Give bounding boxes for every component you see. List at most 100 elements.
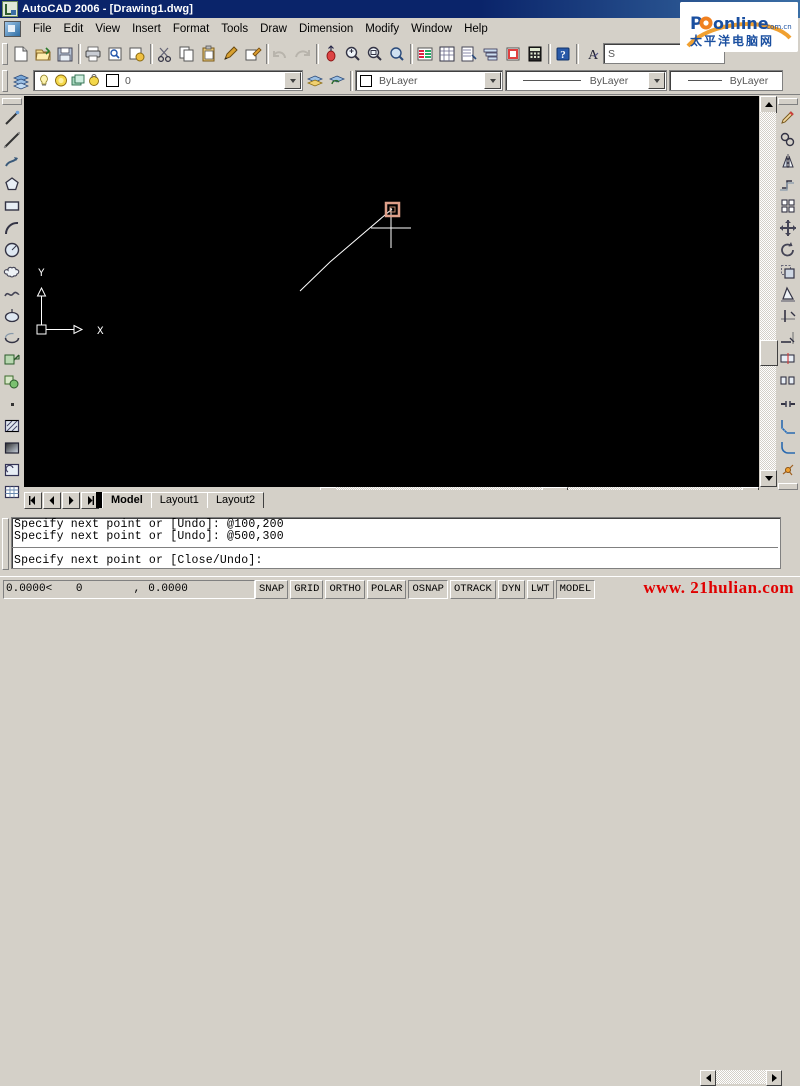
command-horizontal-scrollbar[interactable]: [700, 1070, 782, 1086]
scroll-up-button[interactable]: [760, 96, 777, 113]
mirror-tool[interactable]: [777, 151, 799, 173]
undo-button[interactable]: [270, 43, 292, 65]
menu-help[interactable]: Help: [458, 21, 494, 37]
zoom-previous-button[interactable]: [386, 43, 408, 65]
layer-combo-arrow[interactable]: [284, 72, 301, 89]
lwt-toggle[interactable]: LWT: [526, 579, 554, 599]
point-tool[interactable]: [1, 393, 23, 415]
designcenter-button[interactable]: [436, 43, 458, 65]
break-tool[interactable]: [777, 371, 799, 393]
text-style-button[interactable]: A: [580, 43, 602, 65]
rotate-tool[interactable]: [777, 239, 799, 261]
command-scroll-track[interactable]: [716, 1070, 766, 1084]
vscroll-track[interactable]: [760, 112, 776, 471]
modify-toolbar-grip[interactable]: [778, 98, 798, 105]
stretch-tool[interactable]: [777, 283, 799, 305]
color-combo[interactable]: ByLayer: [355, 70, 503, 91]
first-tab-button[interactable]: [24, 491, 42, 509]
scroll-down-button[interactable]: [760, 470, 777, 487]
menu-draw[interactable]: Draw: [254, 21, 293, 37]
polyline-tool[interactable]: [1, 151, 23, 173]
menu-tools[interactable]: Tools: [215, 21, 254, 37]
menu-edit[interactable]: Edit: [58, 21, 90, 37]
ellipse-arc-tool[interactable]: [1, 327, 23, 349]
command-scroll-right-button[interactable]: [766, 1070, 782, 1086]
coordinate-display[interactable]: 0.0000< 0 , 0.0000: [3, 579, 255, 599]
revision-cloud-tool[interactable]: [1, 261, 23, 283]
linetype-combo-arrow[interactable]: [648, 72, 665, 89]
paste-button[interactable]: [198, 43, 220, 65]
quickcalc-button[interactable]: [524, 43, 546, 65]
gradient-tool[interactable]: [1, 437, 23, 459]
command-scroll-left-button[interactable]: [700, 1070, 716, 1086]
menu-format[interactable]: Format: [167, 21, 215, 37]
menu-view[interactable]: View: [89, 21, 126, 37]
rectangle-tool[interactable]: [1, 195, 23, 217]
dyn-toggle[interactable]: DYN: [497, 579, 525, 599]
properties-button[interactable]: [414, 43, 436, 65]
copy-tool[interactable]: [777, 129, 799, 151]
command-window-grip[interactable]: [2, 518, 9, 570]
restore-button[interactable]: □: [763, 1, 780, 17]
sheet-set-button[interactable]: [480, 43, 502, 65]
otrack-toggle[interactable]: OTRACK: [449, 579, 496, 599]
model-toggle[interactable]: MODEL: [555, 579, 596, 599]
move-tool[interactable]: [777, 217, 799, 239]
menu-modify[interactable]: Modify: [359, 21, 405, 37]
layer-toolbar-grip[interactable]: [2, 69, 8, 92]
break-at-point-tool[interactable]: [777, 349, 799, 371]
spline-tool[interactable]: [1, 283, 23, 305]
fillet-tool[interactable]: [777, 437, 799, 459]
toolbar-grip[interactable]: [2, 42, 8, 65]
ortho-toggle[interactable]: ORTHO: [325, 579, 365, 599]
zoom-window-button[interactable]: [364, 43, 386, 65]
command-history[interactable]: Specify next point or [Undo]: @100,200 S…: [11, 517, 781, 569]
help-button[interactable]: ?: [552, 43, 574, 65]
menu-dimension[interactable]: Dimension: [293, 21, 359, 37]
hatch-tool[interactable]: [1, 415, 23, 437]
color-combo-arrow[interactable]: [484, 72, 501, 89]
make-block-tool[interactable]: [1, 371, 23, 393]
new-button[interactable]: [10, 43, 32, 65]
tool-palettes-button[interactable]: [458, 43, 480, 65]
next-tab-button[interactable]: [62, 491, 80, 509]
polygon-tool[interactable]: [1, 173, 23, 195]
tab-model[interactable]: Model: [96, 492, 152, 508]
construction-line-tool[interactable]: [1, 129, 23, 151]
line-tool[interactable]: [1, 107, 23, 129]
tab-layout1[interactable]: Layout1: [150, 492, 208, 508]
layer-combo[interactable]: 0: [33, 70, 303, 91]
join-tool[interactable]: [777, 393, 799, 415]
insert-block-tool[interactable]: [1, 349, 23, 371]
offset-tool[interactable]: [777, 173, 799, 195]
match-properties-button[interactable]: [220, 43, 242, 65]
explode-tool[interactable]: [777, 459, 799, 481]
layer-previous-button[interactable]: [326, 70, 348, 92]
cut-button[interactable]: [154, 43, 176, 65]
vscroll-thumb[interactable]: [760, 340, 778, 366]
trim-tool[interactable]: [777, 305, 799, 327]
drawing-canvas[interactable]: X Y: [24, 96, 759, 487]
menu-file[interactable]: File: [27, 21, 58, 37]
menu-window[interactable]: Window: [405, 21, 458, 37]
menu-insert[interactable]: Insert: [126, 21, 167, 37]
layer-properties-button[interactable]: [10, 70, 32, 92]
circle-tool[interactable]: [1, 239, 23, 261]
grid-toggle[interactable]: GRID: [290, 579, 324, 599]
tab-layout2[interactable]: Layout2: [206, 492, 265, 508]
command-prompt-line[interactable]: Specify next point or [Close/Undo]:: [14, 555, 778, 567]
modify-toolbar-grip-bottom[interactable]: [778, 483, 798, 490]
redo-button[interactable]: [292, 43, 314, 65]
erase-tool[interactable]: [777, 107, 799, 129]
block-editor-button[interactable]: [242, 43, 264, 65]
extend-tool[interactable]: [777, 327, 799, 349]
arc-tool[interactable]: [1, 217, 23, 239]
scale-tool[interactable]: [777, 261, 799, 283]
array-tool[interactable]: [777, 195, 799, 217]
save-button[interactable]: [54, 43, 76, 65]
make-object-layer-button[interactable]: [304, 70, 326, 92]
plot-button[interactable]: [82, 43, 104, 65]
ellipse-tool[interactable]: [1, 305, 23, 327]
copy-button[interactable]: [176, 43, 198, 65]
prev-tab-button[interactable]: [43, 491, 61, 509]
